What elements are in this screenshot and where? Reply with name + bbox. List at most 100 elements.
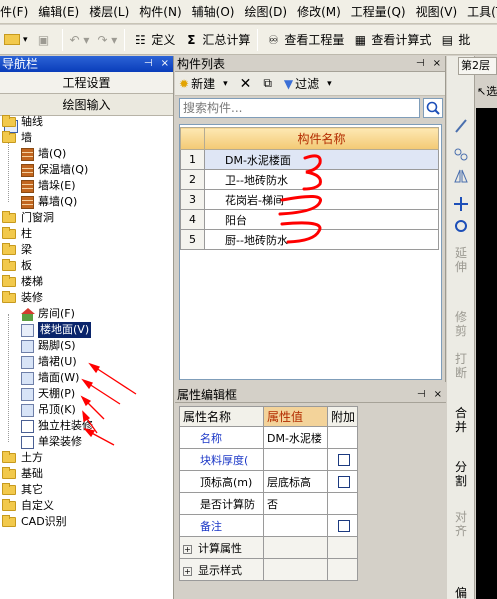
extra-checkbox[interactable] bbox=[338, 520, 350, 532]
mirror-icon[interactable] bbox=[451, 144, 471, 164]
component-name[interactable]: 阳台 bbox=[204, 209, 439, 230]
delete-button[interactable]: ✕ bbox=[240, 76, 258, 92]
pin-icon[interactable]: ⊣ bbox=[144, 56, 153, 72]
expand-icon[interactable]: + bbox=[183, 544, 192, 554]
property-group-row[interactable]: + 显示样式 bbox=[179, 558, 358, 581]
tree-folder[interactable]: 楼梯 bbox=[0, 274, 172, 290]
tool-button[interactable]: 修剪 bbox=[454, 310, 468, 338]
rotate-icon[interactable] bbox=[451, 216, 471, 236]
property-value[interactable] bbox=[263, 536, 328, 559]
property-row[interactable]: 顶标高(m) 层底标高 bbox=[179, 470, 358, 493]
menu-item[interactable]: 视图(V) bbox=[411, 0, 463, 23]
tool-button[interactable]: 延伸 bbox=[454, 246, 468, 274]
close-icon[interactable]: × bbox=[161, 56, 169, 72]
menu-item[interactable]: 构件(N) bbox=[134, 0, 186, 23]
tool-button[interactable]: 分割 bbox=[454, 460, 468, 488]
view-quantity-button[interactable]: ♾ 查看工程量 bbox=[261, 28, 348, 52]
summary-button[interactable]: Σ 汇总计算 bbox=[179, 28, 254, 52]
tree-item[interactable]: 幕墙(Q) bbox=[0, 194, 172, 210]
property-value[interactable]: 层底标高 bbox=[263, 470, 328, 493]
drawing-canvas[interactable] bbox=[476, 108, 497, 599]
expand-icon[interactable]: + bbox=[183, 566, 192, 576]
menu-item[interactable]: 编辑(E) bbox=[33, 0, 84, 23]
tree-item[interactable]: 楼地面(V) bbox=[0, 322, 172, 338]
search-button[interactable] bbox=[423, 98, 443, 118]
select-button[interactable]: ↖选择 bbox=[477, 83, 497, 103]
property-value[interactable]: 否 bbox=[263, 492, 328, 515]
tool-button[interactable]: 打断 bbox=[454, 352, 468, 380]
property-value[interactable] bbox=[263, 558, 328, 581]
menu-item[interactable]: 楼层(L) bbox=[84, 0, 134, 23]
move-icon[interactable] bbox=[451, 194, 471, 214]
table-row[interactable]: 4 阳台 bbox=[180, 209, 439, 230]
menu-item[interactable]: 工具(T) bbox=[462, 0, 497, 23]
save-button[interactable]: ▣ bbox=[32, 28, 59, 52]
project-settings-button[interactable]: 工程设置 bbox=[0, 72, 173, 94]
menu-item[interactable]: 辅轴(O) bbox=[187, 0, 240, 23]
open-button[interactable]: ▾ bbox=[0, 28, 32, 52]
tree-folder[interactable]: 门窗洞 bbox=[0, 210, 172, 226]
tree-item[interactable]: 墙裙(U) bbox=[0, 354, 172, 370]
tree-item[interactable]: 单梁装修 bbox=[0, 434, 172, 450]
tree-item[interactable]: 吊顶(K) bbox=[0, 402, 172, 418]
copy-button[interactable]: ⧉ bbox=[263, 76, 278, 91]
tool-button[interactable]: 合并 bbox=[454, 406, 468, 434]
tool-button[interactable]: 对齐 bbox=[454, 510, 468, 538]
tree-folder[interactable]: 装修 bbox=[0, 290, 172, 306]
component-name[interactable]: DM-水泥楼面 bbox=[204, 149, 439, 170]
undo-button[interactable]: ↶ ▾ bbox=[66, 28, 94, 52]
component-name[interactable]: 卫--地砖防水 bbox=[204, 169, 439, 190]
component-name[interactable]: 花岗岩-梯间 bbox=[204, 189, 439, 210]
property-row[interactable]: 备注 bbox=[179, 514, 358, 537]
tree-folder[interactable]: 墙 bbox=[0, 130, 172, 146]
tree-item[interactable]: 踢脚(S) bbox=[0, 338, 172, 354]
flip-icon[interactable] bbox=[451, 166, 471, 186]
close-icon[interactable]: × bbox=[433, 56, 441, 72]
tree-folder[interactable]: 轴线 bbox=[0, 114, 172, 130]
property-row[interactable]: 名称 DM-水泥楼 bbox=[179, 426, 358, 449]
property-row[interactable]: 是否计算防否 bbox=[179, 492, 358, 515]
tree-item[interactable]: 保温墙(Q) bbox=[0, 162, 172, 178]
table-row[interactable]: 1 DM-水泥楼面 bbox=[180, 149, 439, 170]
floor-tab[interactable]: 第2层 bbox=[458, 57, 497, 75]
menu-item[interactable]: 工程量(Q) bbox=[346, 0, 411, 23]
column-header-component-name[interactable]: 构件名称 bbox=[204, 127, 439, 150]
property-value[interactable] bbox=[263, 514, 328, 537]
define-button[interactable]: ☷ 定义 bbox=[128, 28, 179, 52]
extra-checkbox[interactable] bbox=[338, 476, 350, 488]
property-group-row[interactable]: + 计算属性 bbox=[179, 536, 358, 559]
tree-folder[interactable]: CAD识别 bbox=[0, 514, 172, 530]
menu-item[interactable]: 绘图(D) bbox=[239, 0, 292, 23]
component-name[interactable]: 厨--地砖防水 bbox=[204, 229, 439, 250]
close-icon[interactable]: × bbox=[434, 387, 442, 403]
redo-button[interactable]: ↷ ▾ bbox=[93, 28, 121, 52]
tree-folder[interactable]: 基础 bbox=[0, 466, 172, 482]
filter-button[interactable]: ▼ 过滤 ▾ bbox=[284, 75, 338, 92]
tree-folder[interactable]: 土方 bbox=[0, 450, 172, 466]
pin-icon[interactable]: ⊣ bbox=[417, 387, 426, 403]
tree-item[interactable]: 墙(Q) bbox=[0, 146, 172, 162]
tree-item[interactable]: 墙面(W) bbox=[0, 370, 172, 386]
property-value[interactable] bbox=[263, 448, 328, 471]
tree-item[interactable]: 墙垛(E) bbox=[0, 178, 172, 194]
menu-item[interactable]: 修改(M) bbox=[292, 0, 346, 23]
tree-folder[interactable]: 梁 bbox=[0, 242, 172, 258]
property-row[interactable]: 块料厚度( bbox=[179, 448, 358, 471]
tree-folder[interactable]: 自定义 bbox=[0, 498, 172, 514]
tree-folder[interactable]: 板 bbox=[0, 258, 172, 274]
tree-folder[interactable]: 其它 bbox=[0, 482, 172, 498]
tree-folder[interactable]: 柱 bbox=[0, 226, 172, 242]
menu-item[interactable]: 件(F) bbox=[0, 0, 33, 23]
table-row[interactable]: 2 卫--地砖防水 bbox=[180, 169, 439, 190]
table-row[interactable]: 3 花岗岩-梯间 bbox=[180, 189, 439, 210]
tool-button[interactable]: 偏 bbox=[454, 586, 468, 599]
tree-item[interactable]: 房间(F) bbox=[0, 306, 172, 322]
table-row[interactable]: 5 厨--地砖防水 bbox=[180, 229, 439, 250]
tree-item[interactable]: 独立柱装修 bbox=[0, 418, 172, 434]
drawing-input-button[interactable]: 绘图输入 bbox=[0, 94, 173, 116]
brush-icon[interactable] bbox=[451, 116, 471, 136]
tree-item[interactable]: 天棚(P) bbox=[0, 386, 172, 402]
pin-icon[interactable]: ⊣ bbox=[416, 56, 425, 72]
extra-checkbox[interactable] bbox=[338, 454, 350, 466]
component-search-input[interactable]: 搜索构件... bbox=[179, 98, 420, 118]
